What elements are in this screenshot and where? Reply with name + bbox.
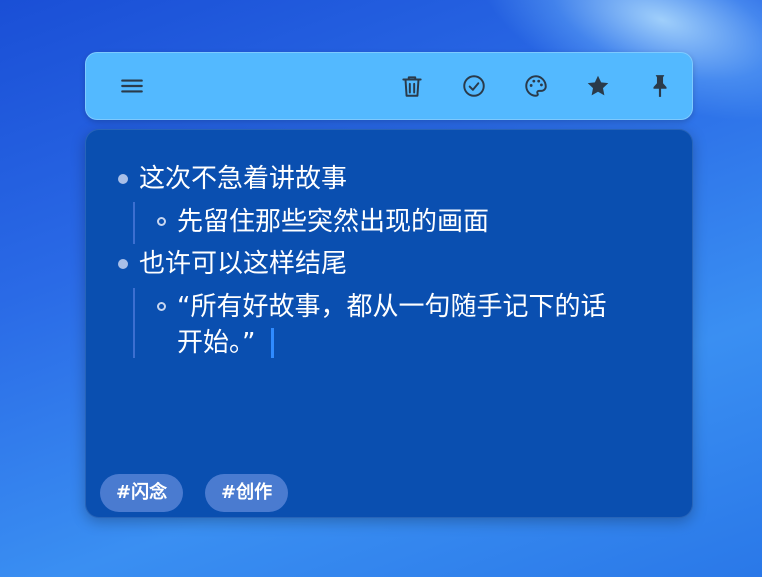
- mark-done-button[interactable]: [458, 70, 490, 102]
- bullet-point: [118, 259, 128, 269]
- star-icon: [587, 75, 609, 96]
- tag-inspiration[interactable]: #闪念: [100, 474, 184, 512]
- trash-icon: [402, 76, 422, 97]
- pin-button[interactable]: [644, 70, 676, 102]
- sub-item-text-continuation[interactable]: 开始。”: [177, 322, 255, 364]
- sub-item-text[interactable]: 先留住那些突然出现的画面: [177, 201, 489, 243]
- text-caret: [271, 328, 274, 358]
- pin-icon: [653, 75, 667, 97]
- list-item-text[interactable]: 这次不急着讲故事: [139, 158, 347, 200]
- palette-icon: [525, 75, 547, 97]
- menu-button[interactable]: [116, 70, 148, 102]
- list-item-text[interactable]: 也许可以这样结尾: [139, 243, 347, 285]
- hamburger-menu-icon: [121, 79, 143, 93]
- note-toolbar: [85, 52, 693, 120]
- delete-button[interactable]: [396, 70, 428, 102]
- indent-guide: [133, 288, 135, 358]
- tag-creation[interactable]: #创作: [205, 474, 289, 512]
- check-circle-icon: [463, 75, 485, 97]
- sub-bullet-point: [157, 217, 166, 226]
- sub-bullet-point: [157, 302, 166, 311]
- bullet-point: [118, 174, 128, 184]
- favorite-button[interactable]: [582, 70, 614, 102]
- note-card[interactable]: 这次不急着讲故事 先留住那些突然出现的画面 也许可以这样结尾 “所有好故事，都从…: [85, 129, 693, 518]
- color-button[interactable]: [520, 70, 552, 102]
- indent-guide: [133, 202, 135, 244]
